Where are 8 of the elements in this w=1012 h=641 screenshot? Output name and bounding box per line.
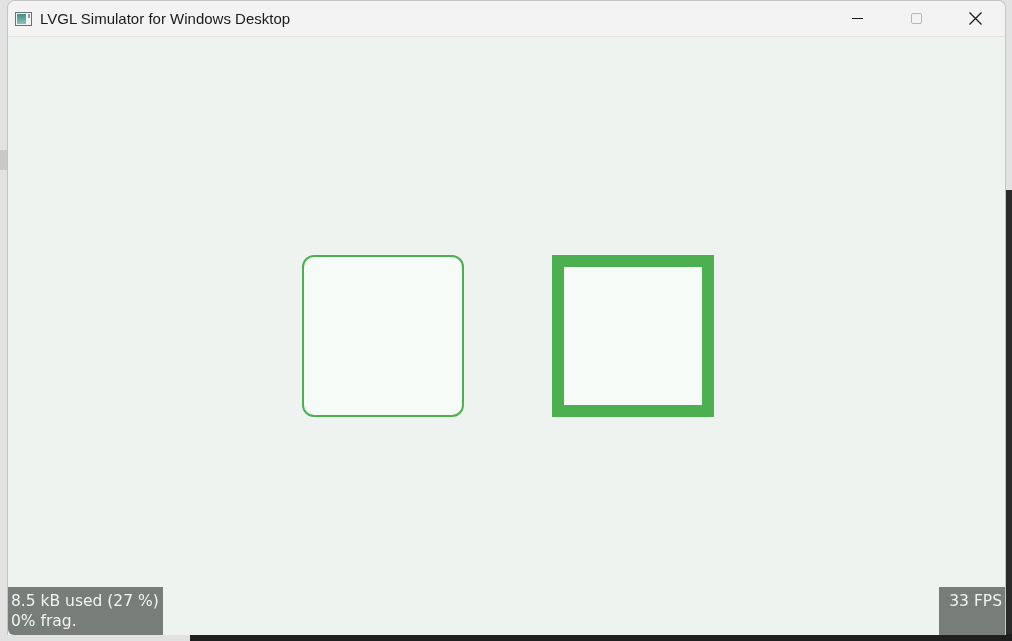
close-icon (969, 12, 982, 25)
window-app-icon (15, 11, 32, 26)
fps-monitor-text: 33 FPS (949, 591, 1002, 611)
window-title: LVGL Simulator for Windows Desktop (40, 10, 291, 27)
minimize-icon (852, 18, 863, 19)
maximize-icon (911, 13, 922, 24)
memory-monitor-text: 8.5 kB used (27 %) (11, 591, 159, 611)
memory-monitor-text: 0% frag. (11, 611, 78, 631)
